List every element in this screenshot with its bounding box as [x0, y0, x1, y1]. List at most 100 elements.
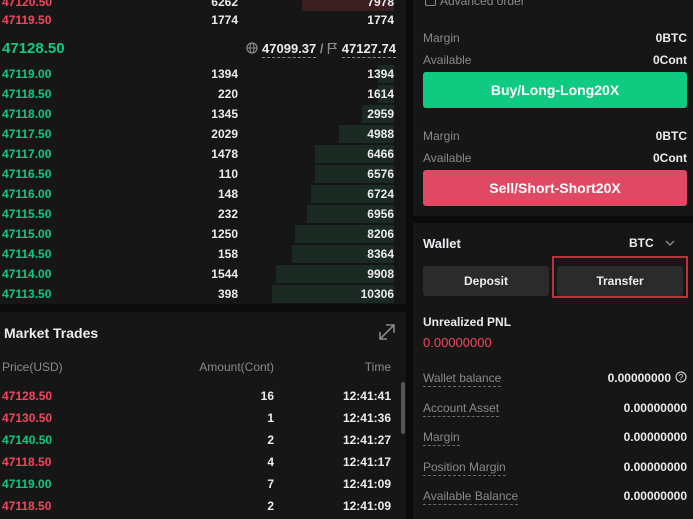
last-price: 47128.50: [2, 40, 65, 57]
trade-row: 47118.50 2 12:41:09: [0, 495, 406, 517]
bid-total: 8206: [367, 227, 394, 241]
bid-row[interactable]: 47115.50 232 6956: [0, 204, 406, 224]
ask-row[interactable]: 47119.50 1774 1774: [0, 10, 406, 30]
advanced-order-label: Advanced order: [440, 0, 525, 8]
bid-row[interactable]: 47116.50 110 6576: [0, 164, 406, 184]
bid-amount: 110: [218, 167, 238, 181]
ask-price: 47120.50: [2, 0, 53, 9]
wallet-currency-select[interactable]: BTC: [629, 236, 675, 250]
bid-row[interactable]: 47114.50 158 8364: [0, 244, 406, 264]
bid-row[interactable]: 47117.50 2029 4988: [0, 124, 406, 144]
index-price[interactable]: 47099.37: [262, 41, 317, 58]
trade-price: 47118.50: [2, 455, 52, 469]
bid-price: 47119.00: [2, 67, 52, 81]
bid-total: 8364: [367, 247, 394, 261]
bid-row[interactable]: 47115.00 1250 8206: [0, 224, 406, 244]
sell-margin-value: 0BTC: [655, 129, 687, 143]
bid-row[interactable]: 47116.00 148 6724: [0, 184, 406, 204]
ask-total: 1774: [367, 13, 394, 27]
wallet-row-label[interactable]: Available Balance: [423, 489, 519, 505]
wallet-row-value: 0.00000000: [607, 371, 671, 385]
last-price-row: 47128.50 47099.37 / 47127.74: [0, 36, 406, 62]
bid-price: 47115.00: [2, 227, 52, 241]
bid-amount: 158: [217, 247, 238, 261]
bid-amount: 1345: [211, 107, 238, 121]
trade-time: 12:41:09: [342, 477, 391, 491]
trade-row: 47130.50 1 12:41:36: [0, 407, 406, 429]
buy-margin-label: Margin: [423, 31, 460, 45]
bid-row[interactable]: 47118.00 1345 2959: [0, 104, 406, 124]
wallet-row-label[interactable]: Account Asset: [423, 401, 500, 417]
trade-price: 47140.50: [2, 433, 53, 447]
bid-price: 47117.50: [2, 127, 52, 141]
bid-amount: 232: [217, 207, 238, 221]
index-mark-price: 47099.37 / 47127.74: [246, 41, 396, 58]
expand-arrow-icon[interactable]: [378, 323, 396, 341]
bid-total: 1394: [367, 67, 394, 81]
trade-row: 47140.50 2 12:41:27: [0, 429, 406, 451]
trade-time: 12:41:36: [342, 411, 391, 425]
col-amount: Amount(Cont): [199, 360, 274, 374]
bid-amount: 148: [217, 187, 238, 201]
scrollbar[interactable]: [401, 382, 405, 434]
trade-amount: 7: [267, 477, 274, 491]
checkbox[interactable]: [425, 0, 436, 6]
trade-row: 47118.50 4 12:41:17: [0, 451, 406, 473]
sell-margin-label: Margin: [423, 129, 460, 143]
transfer-button[interactable]: Transfer: [557, 266, 683, 296]
info-icon[interactable]: ?: [675, 371, 687, 383]
wallet-row-label[interactable]: Margin: [423, 430, 460, 446]
bid-amount: 1394: [211, 67, 238, 81]
bid-price: 47114.00: [2, 267, 52, 281]
wallet-title: Wallet: [423, 236, 461, 251]
market-trades-title: Market Trades: [4, 325, 99, 341]
sell-available-value: 0Cont: [653, 151, 687, 165]
ask-amount: 6262: [211, 0, 238, 9]
bid-price: 47116.00: [2, 187, 52, 201]
deposit-button[interactable]: Deposit: [423, 266, 549, 296]
wallet-row-label[interactable]: Wallet balance: [423, 371, 502, 387]
wallet-currency: BTC: [628, 236, 654, 250]
advanced-order-option[interactable]: Advanced order: [425, 0, 525, 8]
sell-short-button[interactable]: Sell/Short-Short20X: [423, 170, 687, 206]
wallet-row-value: 0.00000000: [623, 400, 687, 415]
wallet-row-value: 0.00000000: [623, 430, 687, 444]
bid-amount: 2029: [211, 127, 238, 141]
ask-price: 47119.50: [2, 13, 52, 27]
orderbook-panel: 47120.50 6262 7978 47119.50 1774 1774 47…: [0, 0, 406, 519]
mark-price[interactable]: 47127.74: [341, 41, 396, 58]
trade-amount: 1: [267, 411, 274, 425]
trade-amount: 16: [260, 389, 274, 403]
order-panel: Advanced order Margin 0BTC Available 0Co…: [413, 0, 693, 519]
wallet-row-value: 0.00000000: [623, 459, 687, 474]
bid-amount: 220: [217, 87, 238, 101]
trade-price: 47119.00: [2, 477, 52, 491]
trade-row: 47119.00 7 12:41:09: [0, 473, 406, 495]
bid-price: 47118.00: [2, 107, 52, 121]
ask-amount: 1774: [211, 13, 238, 27]
bid-price: 47114.50: [2, 247, 52, 261]
bid-price: 47117.00: [2, 147, 52, 161]
bid-price: 47115.50: [2, 207, 52, 221]
flag-icon: [327, 42, 338, 54]
trade-price: 47128.50: [2, 389, 53, 403]
bid-row[interactable]: 47118.50 220 1614: [0, 84, 406, 104]
bid-total: 6466: [367, 147, 394, 161]
buy-available-value: 0Cont: [653, 53, 687, 67]
svg-text:?: ?: [679, 373, 684, 382]
trade-amount: 4: [267, 455, 274, 469]
bid-row[interactable]: 47117.00 1478 6466: [0, 144, 406, 164]
trade-amount: 2: [267, 499, 274, 513]
bid-row[interactable]: 47114.00 1544 9908: [0, 264, 406, 284]
bid-amount: 1544: [211, 267, 238, 281]
bid-total: 4988: [367, 127, 394, 141]
bid-amount: 1250: [211, 227, 238, 241]
section-divider: [0, 304, 406, 312]
wallet-row-label[interactable]: Position Margin: [423, 460, 506, 476]
bid-row[interactable]: 47113.50 398 10306: [0, 284, 406, 304]
trade-time: 12:41:17: [342, 455, 391, 469]
buy-long-button[interactable]: Buy/Long-Long20X: [423, 72, 687, 108]
bid-total: 1614: [367, 87, 394, 101]
bid-row[interactable]: 47119.00 1394 1394: [0, 64, 406, 84]
bid-price: 47116.50: [2, 167, 52, 181]
